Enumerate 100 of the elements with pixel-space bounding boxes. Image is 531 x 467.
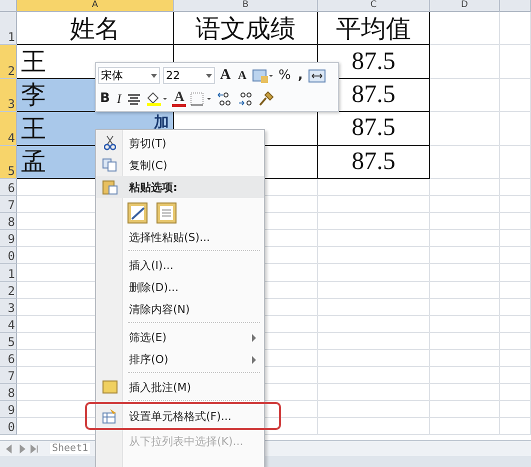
format-cells-icon [102, 408, 118, 424]
note-icon [102, 380, 118, 394]
table-cell [500, 366, 531, 384]
cell-text: 孟 [21, 148, 46, 178]
cell-text: 加 [154, 113, 169, 132]
table-cell [500, 298, 531, 316]
row-header[interactable]: 1 [0, 12, 17, 46]
table-cell [430, 196, 500, 214]
table-cell [430, 230, 500, 248]
table-cell [430, 146, 500, 179]
cell-text: 87.5 [352, 148, 396, 176]
table-cell [430, 247, 500, 264]
menu-item[interactable]: 排序(O) [96, 348, 264, 370]
table-cell [430, 282, 500, 299]
format-painter-icon[interactable] [258, 90, 274, 107]
row-header[interactable]: 5 [0, 146, 17, 179]
merge-icon[interactable] [308, 68, 326, 84]
submenu-arrow-icon [252, 356, 256, 364]
table-cell [500, 316, 531, 333]
table-cell [430, 366, 500, 384]
row-header[interactable]: 1 [0, 264, 17, 282]
table-cell [500, 282, 531, 299]
row-header[interactable]: 3 [0, 78, 17, 112]
row-header[interactable]: 0 [0, 247, 17, 264]
table-cell [500, 45, 531, 79]
table-cell [500, 418, 531, 436]
shrink-font-button[interactable]: A [236, 68, 249, 84]
dropdown-arrow-icon [151, 74, 157, 78]
menu-header: 粘贴选项: [96, 176, 264, 198]
paste-formatting-icon[interactable] [126, 200, 150, 224]
table-cell [500, 78, 531, 112]
table-cell [430, 78, 500, 112]
row-header[interactable]: 4 [0, 316, 17, 333]
table-cell [430, 316, 500, 333]
table-cell [430, 418, 500, 436]
row-header[interactable]: 9 [0, 230, 17, 248]
format-icon[interactable] [252, 68, 274, 84]
comma-button[interactable]: , [296, 68, 305, 84]
sheet-tab[interactable]: Sheet1 [50, 443, 90, 454]
row-header[interactable]: 6 [0, 350, 17, 367]
table-cell [430, 178, 500, 196]
bold-button[interactable]: B [98, 91, 112, 106]
menu-item[interactable]: 复制(C) [96, 154, 264, 176]
table-cell [500, 146, 531, 179]
paste-values-icon[interactable] [155, 200, 179, 224]
cell-text: 王 [21, 48, 46, 78]
row-header[interactable]: 0 [0, 418, 17, 436]
row-header[interactable]: 3 [0, 298, 17, 316]
table-cell [430, 112, 500, 146]
menu-item[interactable]: 设置单元格格式(F)... [88, 405, 278, 427]
menu-item[interactable]: 插入批注(M) [96, 376, 264, 398]
row-header[interactable]: 2 [0, 282, 17, 299]
row-header[interactable]: 4 [0, 112, 17, 146]
row-header[interactable]: 6 [0, 178, 17, 196]
table-cell [430, 264, 500, 282]
cell-text: 语文成绩 [196, 14, 296, 45]
font-dropdown[interactable]: 宋体 [98, 67, 160, 84]
table-cell [430, 350, 500, 367]
cell-text: 87.5 [352, 80, 396, 109]
table-cell [430, 45, 500, 79]
table-cell [500, 332, 531, 350]
scissors-icon [104, 135, 116, 151]
table-cell [500, 213, 531, 230]
cell-text: 87.5 [352, 48, 396, 76]
table-cell [500, 247, 531, 264]
menu-item[interactable]: 剪切(T) [96, 132, 264, 154]
column-header[interactable]: A [17, 0, 174, 12]
clipboard-icon [102, 179, 118, 195]
row-header[interactable]: 7 [0, 196, 17, 214]
copy-icon [102, 158, 118, 172]
table-cell [430, 401, 500, 418]
menu-item[interactable]: 筛选(E) [96, 326, 264, 348]
row-header[interactable]: 2 [0, 45, 17, 79]
font-color-button[interactable]: A [172, 90, 186, 107]
italic-button[interactable]: I [114, 90, 124, 107]
menu-item[interactable]: 选择性粘贴(S)... [96, 226, 264, 248]
row-header[interactable]: 5 [0, 332, 17, 350]
column-header[interactable]: D [430, 0, 500, 12]
row-header[interactable]: 8 [0, 213, 17, 230]
row-header[interactable]: 8 [0, 384, 17, 402]
row-header[interactable]: 9 [0, 401, 17, 418]
row-header[interactable]: 7 [0, 366, 17, 384]
menu-item[interactable]: 删除(D)... [96, 276, 264, 298]
size-dropdown[interactable]: 22 [163, 67, 215, 84]
border-icon[interactable] [189, 90, 214, 107]
fill-bucket-icon[interactable] [145, 90, 170, 107]
menu-item[interactable]: 清除内容(N) [96, 298, 264, 320]
table-cell [500, 196, 531, 214]
table-cell [500, 350, 531, 367]
menu-item[interactable]: 插入(I)... [96, 254, 264, 276]
percent-button[interactable]: % [276, 68, 293, 84]
table-cell [430, 213, 500, 230]
table-cell [430, 384, 500, 402]
align-center-icon[interactable] [126, 92, 142, 106]
column-header[interactable]: B [174, 0, 318, 12]
table-cell [500, 12, 531, 46]
grow-font-button[interactable]: A [218, 67, 233, 84]
column-header[interactable]: C [318, 0, 430, 12]
table-cell [430, 332, 500, 350]
cell-text: 平均值 [336, 14, 411, 45]
